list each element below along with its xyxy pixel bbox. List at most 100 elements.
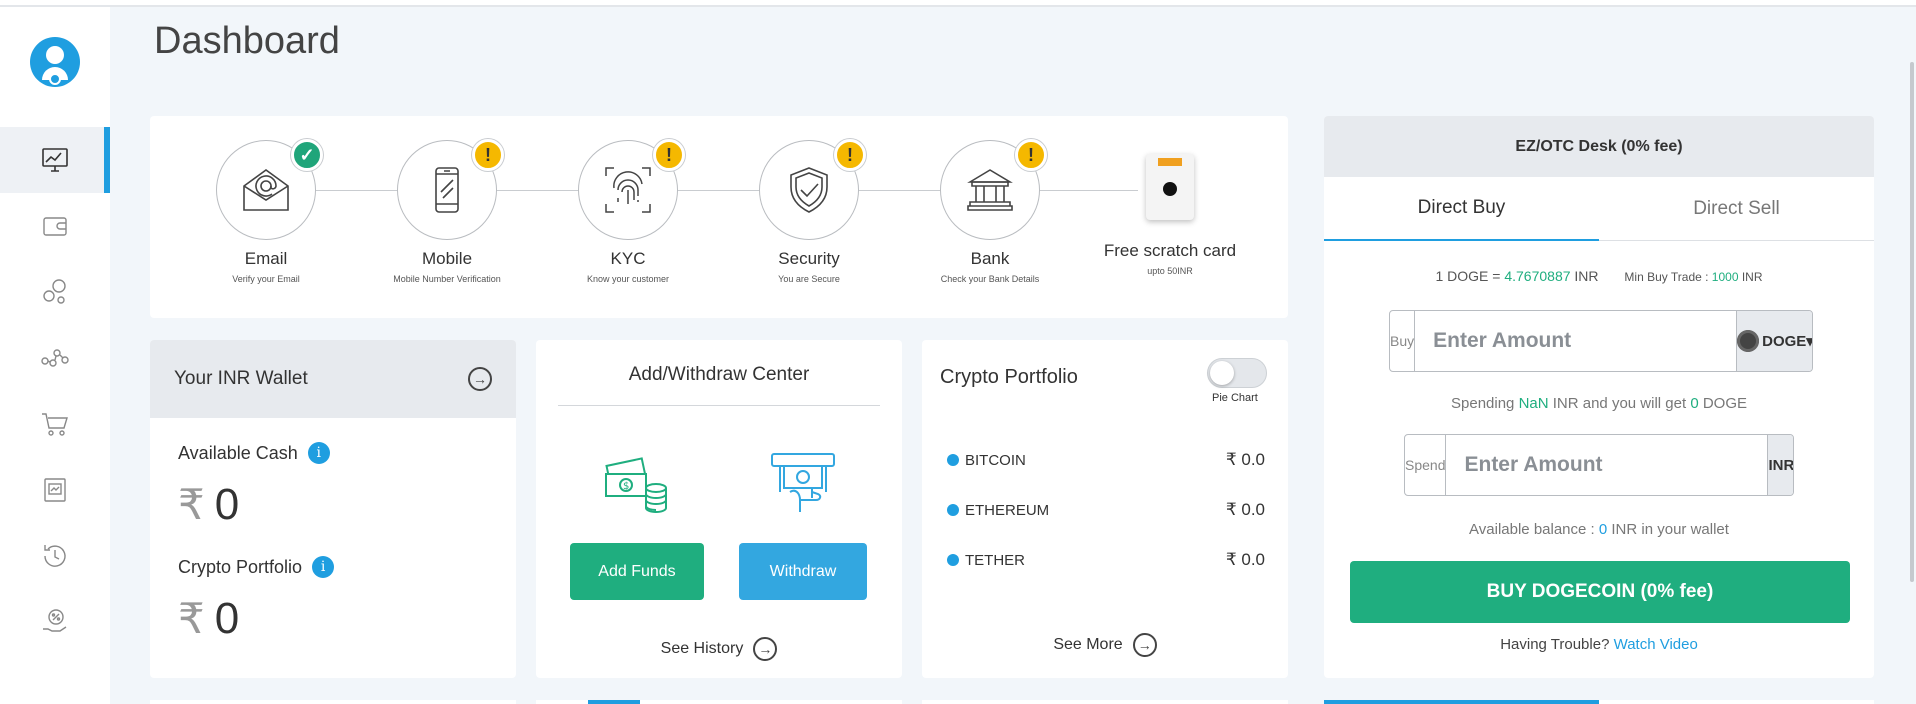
balance-info: Available balance : 0 INR in your wallet — [1324, 521, 1874, 538]
portfolio-row[interactable]: BITCOIN ₹ 0.0 — [947, 450, 1265, 470]
user-logo-icon[interactable] — [30, 37, 80, 87]
buy-amount-group: Buy DOGE▾ — [1389, 310, 1813, 372]
spend-currency-select[interactable]: INR ⌄ — [1767, 435, 1793, 495]
step-name: Email — [244, 249, 288, 268]
step-email[interactable]: ✓ Email Verify your Email — [196, 139, 336, 284]
pie-chart-label: Pie Chart — [1212, 392, 1258, 404]
portfolio-row[interactable]: ETHEREUM ₹ 0.0 — [947, 500, 1265, 520]
otc-desk-card: EZ/OTC Desk (0% fee) Direct Buy Direct S… — [1324, 116, 1874, 678]
monitor-chart-icon — [42, 148, 68, 172]
sidebar-item-shop[interactable] — [0, 391, 110, 457]
dogecoin-icon — [1737, 330, 1760, 352]
crypto-portfolio-title: Crypto Portfolio — [940, 366, 1078, 388]
bank-building-icon — [967, 169, 1013, 211]
scratch-card-title: Free scratch card — [1103, 241, 1237, 260]
free-scratch-card[interactable]: Free scratch card upto 50INR — [1100, 154, 1240, 276]
mobile-phone-icon — [435, 167, 459, 213]
sidebar-item-dashboard[interactable] — [0, 127, 110, 193]
min-trade-label: Min Buy Trade : — [1624, 270, 1712, 284]
spending-mid: INR and you will get — [1548, 395, 1691, 412]
crypto-portfolio-label: Crypto Portfolio i — [178, 556, 335, 578]
buy-amount-input[interactable] — [1415, 311, 1737, 371]
next-card-peek — [150, 700, 516, 704]
tab-direct-sell[interactable]: Direct Sell — [1599, 177, 1874, 241]
step-email-circle: ✓ — [216, 139, 323, 240]
arrow-right-circle-icon[interactable]: → — [468, 367, 492, 391]
spend-amount-group: Spend INR ⌄ — [1404, 434, 1794, 496]
see-history-link[interactable]: See History → — [536, 637, 902, 661]
add-withdraw-title: Add/Withdraw Center — [628, 364, 810, 385]
sidebar — [0, 7, 110, 704]
info-icon[interactable]: i — [312, 556, 335, 578]
step-security[interactable]: ! Security You are Secure — [739, 139, 879, 284]
pie-chart-toggle[interactable] — [1207, 358, 1267, 388]
page-scrollbar[interactable] — [1910, 62, 1914, 582]
next-card-peek — [536, 700, 902, 704]
step-mobile[interactable]: ! Mobile Mobile Number Verification — [377, 139, 517, 284]
svg-text:$: $ — [623, 481, 629, 492]
sidebar-item-history[interactable] — [0, 523, 110, 589]
rupee-icon: ₹ — [178, 595, 205, 642]
otc-desk-title: EZ/OTC Desk (0% fee) — [1324, 116, 1874, 177]
sidebar-item-crypto[interactable] — [0, 259, 110, 325]
see-more-text: See More — [1053, 636, 1123, 653]
step-name: Security — [778, 249, 840, 268]
coins-bubbles-icon — [43, 279, 66, 304]
rate-unit: INR — [1570, 268, 1599, 284]
crypto-portfolio-text: Crypto Portfolio — [178, 556, 303, 577]
rate-value: 4.7670887 — [1504, 268, 1571, 284]
min-trade-value: 1000 — [1711, 270, 1739, 284]
buy-currency-value: DOGE▾ — [1762, 333, 1813, 350]
trouble-text: Having Trouble? — [1500, 636, 1614, 653]
coin-name: BITCOIN — [965, 451, 1026, 469]
portfolio-row[interactable]: TETHER ₹ 0.0 — [947, 550, 1265, 570]
spending-unit: DOGE — [1698, 395, 1747, 412]
sidebar-item-reports[interactable] — [0, 457, 110, 523]
status-badge-warning: ! — [653, 139, 685, 171]
add-funds-button[interactable]: Add Funds — [570, 543, 704, 600]
buy-currency-select[interactable]: DOGE▾ — [1736, 311, 1813, 371]
balance-suffix: INR in your wallet — [1607, 521, 1729, 538]
rate-info: 1 DOGE = 4.7670887 INR Min Buy Trade : 1… — [1324, 268, 1874, 284]
step-bank[interactable]: ! Bank Check your Bank Details — [920, 139, 1060, 284]
step-kyc[interactable]: ! KYC Know your customer — [558, 139, 698, 284]
crypto-portfolio-card: Crypto Portfolio Pie Chart BITCOIN ₹ 0.0… — [922, 340, 1288, 678]
min-trade-unit: INR — [1738, 270, 1763, 284]
status-badge-ok: ✓ — [291, 139, 323, 171]
spend-label: Spend — [1405, 435, 1447, 495]
see-history-text: See History — [660, 640, 744, 657]
history-clock-icon — [44, 545, 66, 567]
next-card-peek — [922, 700, 1288, 704]
coin-value: ₹ 0.0 — [1225, 550, 1265, 569]
shopping-cart-icon — [42, 413, 68, 436]
tab-direct-buy[interactable]: Direct Buy — [1324, 177, 1599, 241]
spending-info: Spending NaN INR and you will get 0 DOGE — [1324, 395, 1874, 412]
coin-value: ₹ 0.0 — [1225, 450, 1265, 469]
divider — [558, 405, 880, 406]
see-more-link[interactable]: See More → — [922, 633, 1288, 657]
sidebar-item-network[interactable] — [0, 325, 110, 391]
coin-name: TETHER — [965, 551, 1025, 569]
spending-get: 0 — [1690, 395, 1699, 412]
verification-steps-card: ✓ Email Verify your Email ! Mobile Mobil… — [150, 116, 1288, 318]
step-name: Mobile — [421, 249, 473, 268]
envelope-at-icon — [243, 169, 289, 211]
buy-dogecoin-button[interactable]: BUY DOGECOIN (0% fee) — [1350, 561, 1850, 623]
scratch-card-icon — [1146, 154, 1194, 220]
step-name: KYC — [610, 249, 646, 268]
withdraw-button[interactable]: Withdraw — [739, 543, 867, 600]
coin-name: ETHEREUM — [965, 501, 1050, 519]
bullet-icon — [947, 554, 959, 566]
step-bank-circle: ! — [940, 139, 1047, 240]
inr-wallet-card: Your INR Wallet → Available Cash i ₹0 Cr… — [150, 340, 516, 678]
sidebar-item-offers[interactable] — [0, 589, 110, 655]
info-icon[interactable]: i — [307, 442, 330, 464]
spend-amount-input[interactable] — [1446, 435, 1768, 495]
arrow-right-circle-icon: → — [1132, 633, 1157, 657]
cash-coins-icon: $ — [605, 457, 667, 514]
otc-tabs: Direct Buy Direct Sell — [1324, 177, 1874, 241]
next-card-peek — [1324, 700, 1874, 704]
watch-video-link[interactable]: Watch Video — [1614, 636, 1698, 653]
sidebar-item-wallet[interactable] — [0, 193, 110, 259]
spending-prefix: Spending — [1451, 395, 1519, 412]
